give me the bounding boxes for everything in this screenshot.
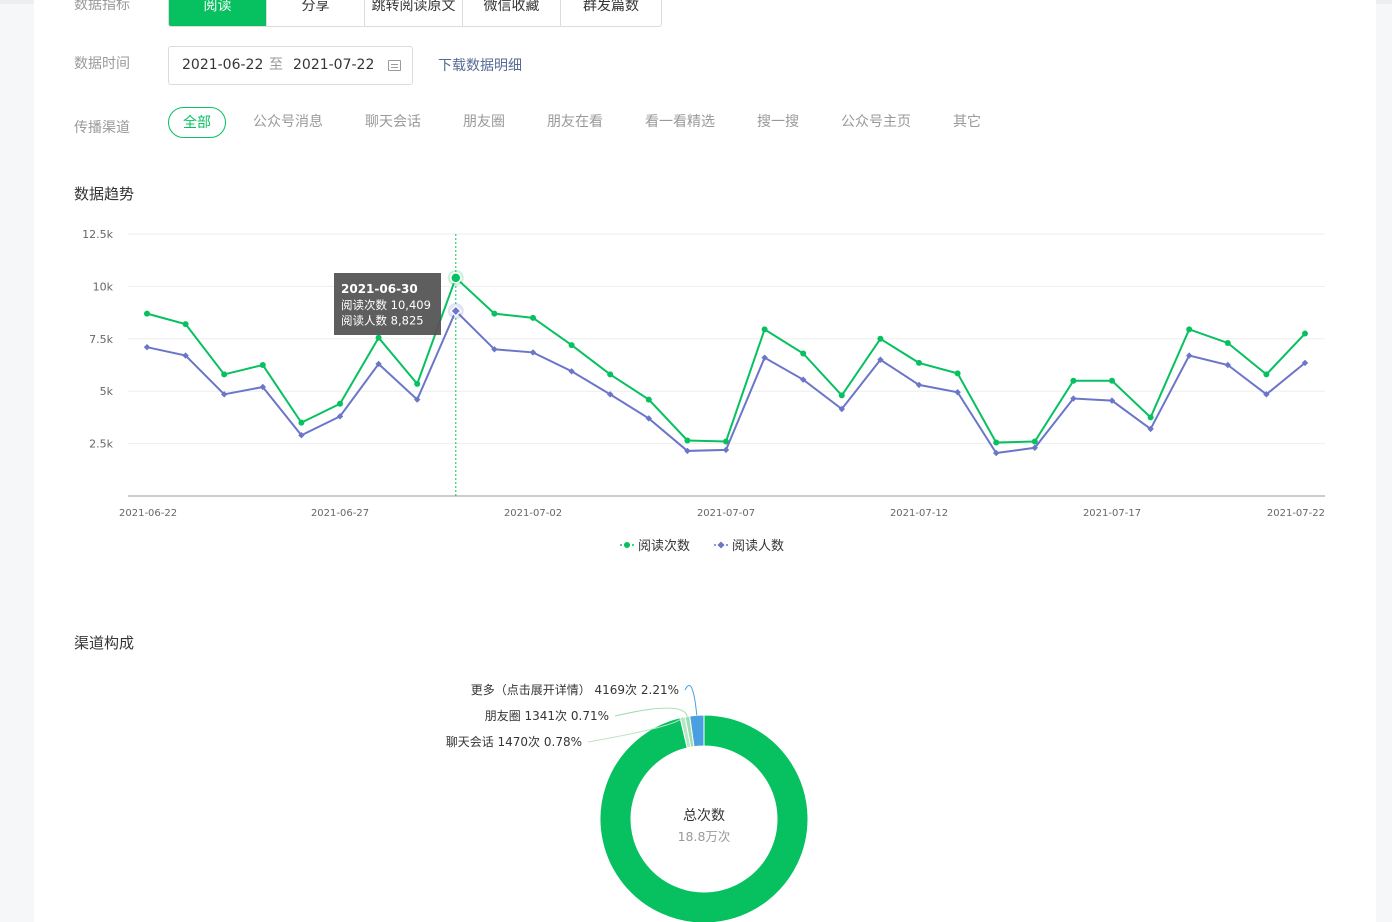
metric-tabs: 阅读 分享 跳转阅读原文 微信收藏 群发篇数: [168, 0, 662, 27]
date-range-picker[interactable]: 2021-06-22 至 2021-07-22: [168, 46, 413, 85]
tab-wechat-favorite[interactable]: 微信收藏: [463, 0, 561, 26]
calendar-icon[interactable]: [388, 60, 401, 71]
channel-official-msg[interactable]: 公众号消息: [253, 107, 323, 138]
channel-other[interactable]: 其它: [953, 107, 981, 138]
channel-all[interactable]: 全部: [168, 107, 226, 138]
tab-share[interactable]: 分享: [267, 0, 365, 26]
composition-title: 渠道构成: [74, 634, 135, 652]
tab-read-original[interactable]: 跳转阅读原文: [365, 0, 463, 26]
metric-label: 数据指标: [74, 0, 130, 13]
channel-top-stories[interactable]: 看一看精选: [645, 107, 715, 138]
channel-moments[interactable]: 朋友圈: [463, 107, 505, 138]
tab-read[interactable]: 阅读: [169, 0, 267, 26]
time-label: 数据时间: [74, 56, 130, 72]
channel-search[interactable]: 搜一搜: [757, 107, 799, 138]
channel-label: 传播渠道: [74, 120, 130, 136]
channel-chat[interactable]: 聊天会话: [365, 107, 421, 138]
channel-friends-watching[interactable]: 朋友在看: [547, 107, 603, 138]
date-start[interactable]: 2021-06-22: [182, 47, 263, 84]
tab-group-send-count[interactable]: 群发篇数: [561, 0, 661, 26]
date-end[interactable]: 2021-07-22: [293, 47, 374, 84]
content-panel: [34, 0, 1376, 922]
download-detail-link[interactable]: 下载数据明细: [438, 55, 522, 75]
trend-title: 数据趋势: [74, 185, 135, 203]
channel-account-home[interactable]: 公众号主页: [841, 107, 911, 138]
date-separator: 至: [269, 57, 283, 73]
